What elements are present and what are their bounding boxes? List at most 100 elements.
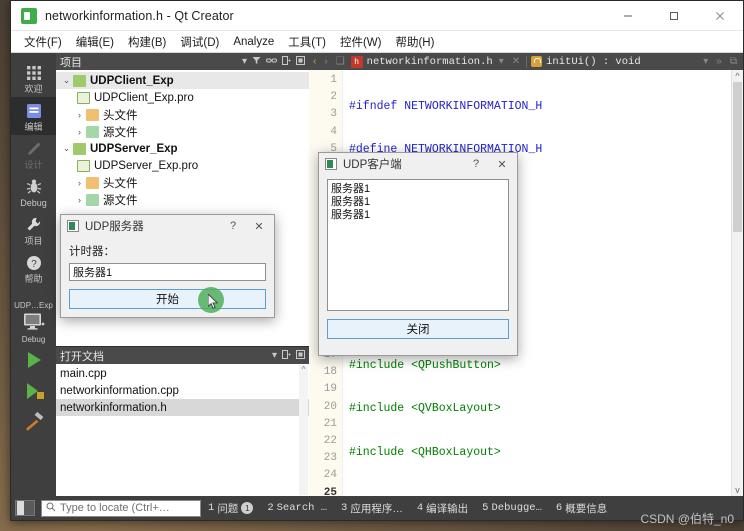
udp-client-dialog[interactable]: UDP客户端 ? ✕ 服务器1 服务器1 服务器1 关闭 <box>318 152 518 356</box>
filter-dropdown-icon[interactable]: ▾ <box>242 56 247 67</box>
run-button[interactable] <box>21 349 47 376</box>
close-panel-icon[interactable] <box>296 349 305 362</box>
symbol-selector-label[interactable]: initUi() : void <box>546 56 641 68</box>
debug-button[interactable] <box>21 380 47 407</box>
chevron-right-icon[interactable]: › <box>73 195 86 205</box>
status-item-compile-output[interactable]: 4 编译输出 <box>410 501 475 516</box>
status-item-number: 1 <box>208 502 215 514</box>
editor-scrollbar[interactable]: ^ v <box>731 70 743 496</box>
open-documents-scrollbar[interactable]: ^ <box>299 365 308 495</box>
client-close-button[interactable]: ✕ <box>489 154 515 174</box>
close-panel-icon[interactable] <box>296 55 305 68</box>
udp-server-dialog[interactable]: UDP服务器 ? ✕ 计时器： 服务器1 开始 <box>60 214 275 318</box>
status-item-label: 编译输出 <box>426 502 469 515</box>
chevron-down-icon[interactable]: ⌄ <box>60 143 73 154</box>
tree-row-udpserver-exp[interactable]: ⌄ UDPServer_Exp <box>56 140 309 157</box>
menu-tools[interactable]: 工具(T) <box>281 32 333 52</box>
bookmark-icon[interactable]: ❑ <box>334 56 347 67</box>
dropdown-icon[interactable]: ▾ <box>272 350 277 361</box>
chevron-right-icon[interactable]: › <box>73 127 86 137</box>
split-icon[interactable] <box>282 349 291 362</box>
filter-icon[interactable] <box>252 56 261 68</box>
more-icon[interactable]: » <box>714 56 724 67</box>
close-button[interactable] <box>697 1 743 31</box>
doc-label: main.cpp <box>60 367 107 380</box>
menu-build[interactable]: 构建(B) <box>121 32 173 52</box>
chevron-right-icon[interactable]: › <box>73 178 86 188</box>
private-member-icon <box>531 56 543 67</box>
scrollbar-thumb[interactable] <box>733 82 742 232</box>
title-bar: networkinformation.h - Qt Creator <box>11 1 743 31</box>
client-message-item: 服务器1 <box>331 209 371 221</box>
svg-text:?: ? <box>31 259 37 270</box>
client-dialog-title-bar: UDP客户端 ? ✕ <box>319 153 517 175</box>
server-help-button[interactable]: ? <box>220 216 246 236</box>
client-dialog-body: 服务器1 服务器1 服务器1 关闭 <box>319 175 517 347</box>
status-item-label: 概要信息 <box>565 502 608 515</box>
tab-dropdown-icon[interactable]: ▾ <box>497 56 506 67</box>
menu-edit[interactable]: 编辑(E) <box>69 32 121 52</box>
locator-input[interactable]: Type to locate (Ctrl+… <box>41 499 201 517</box>
tree-label: 头文件 <box>103 177 138 190</box>
menu-window[interactable]: 控件(W) <box>333 32 389 52</box>
nav-forward-icon[interactable]: › <box>322 56 329 67</box>
tree-row-udpserver-headers[interactable]: › 头文件 <box>56 174 309 191</box>
client-help-button[interactable]: ? <box>463 154 489 174</box>
pro-file-icon <box>77 159 90 172</box>
start-button[interactable]: 开始 <box>69 287 266 313</box>
chevron-right-icon[interactable]: › <box>73 110 86 120</box>
client-dialog-title: UDP客户端 <box>343 159 402 171</box>
client-close-action-button[interactable]: 关闭 <box>327 319 509 339</box>
mode-projects[interactable]: 项目 <box>11 211 56 249</box>
editor-tab-filename[interactable]: networkinformation.h <box>367 56 493 68</box>
status-item-debugger[interactable]: 5 Debugge… <box>475 502 549 514</box>
code-line: #include <QHBoxLayout> <box>349 445 501 459</box>
minimize-button[interactable] <box>605 1 651 31</box>
split-icon[interactable] <box>282 55 291 68</box>
doc-item-networkinformation-h[interactable]: networkinformation.h <box>56 399 309 416</box>
tree-row-udpserver-sources[interactable]: › 源文件 <box>56 191 309 208</box>
tree-row-udpclient-sources[interactable]: › 源文件 <box>56 123 309 140</box>
nav-back-icon[interactable]: ‹ <box>311 56 318 67</box>
build-button[interactable] <box>21 411 47 438</box>
maximize-button[interactable] <box>651 1 697 31</box>
open-documents-list[interactable]: main.cpp networkinformation.cpp networki… <box>56 364 309 496</box>
symbol-dropdown-icon[interactable]: ▾ <box>701 56 710 67</box>
split-editor-icon[interactable]: ⧉ <box>728 56 741 67</box>
tree-row-udpclient-exp[interactable]: ⌄ UDPClient_Exp <box>56 72 309 89</box>
mode-edit[interactable]: 编辑 <box>11 97 56 135</box>
tree-row-udpclient-headers[interactable]: › 头文件 <box>56 106 309 123</box>
server-close-button[interactable]: ✕ <box>246 216 272 236</box>
editor-icon <box>24 101 44 121</box>
status-item-issues[interactable]: 1 问题 1 <box>201 501 260 516</box>
menu-analyze[interactable]: Analyze <box>226 34 281 50</box>
timer-input[interactable]: 服务器1 <box>69 263 266 281</box>
status-item-search[interactable]: 2 Search … <box>260 502 334 514</box>
doc-item-networkinformation-cpp[interactable]: networkinformation.cpp <box>56 382 309 399</box>
status-item-application-output[interactable]: 3 应用程序… <box>334 501 410 516</box>
chevron-up-icon[interactable]: ^ <box>732 71 743 81</box>
link-icon[interactable] <box>266 56 277 68</box>
line-number: 2 <box>330 91 337 104</box>
menu-file[interactable]: 文件(F) <box>17 32 69 52</box>
status-bar: Type to locate (Ctrl+… 1 问题 1 2 Search …… <box>11 496 743 520</box>
wrench-icon <box>24 215 44 235</box>
tree-label: 头文件 <box>103 109 138 122</box>
status-item-general-messages[interactable]: 6 概要信息 <box>549 501 614 516</box>
mode-welcome[interactable]: 欢迎 <box>11 59 56 97</box>
tab-close-icon[interactable]: ✕ <box>510 56 522 67</box>
tree-row-udpclient-pro[interactable]: UDPClient_Exp.pro <box>56 89 309 106</box>
kit-selector[interactable]: UDP…Exp Debug <box>14 301 53 345</box>
mode-help[interactable]: ? 帮助 <box>11 249 56 287</box>
menu-help[interactable]: 帮助(H) <box>388 32 441 52</box>
mode-debug[interactable]: Debug <box>11 173 56 211</box>
menu-debug[interactable]: 调试(D) <box>173 32 226 52</box>
client-message-list[interactable]: 服务器1 服务器1 服务器1 <box>327 179 509 311</box>
doc-item-main-cpp[interactable]: main.cpp <box>56 365 309 382</box>
mode-design[interactable]: 设计 <box>11 135 56 173</box>
client-message-item: 服务器1 <box>331 183 371 195</box>
chevron-down-icon[interactable]: v <box>732 485 743 495</box>
chevron-down-icon[interactable]: ⌄ <box>60 75 73 86</box>
tree-row-udpserver-pro[interactable]: UDPServer_Exp.pro <box>56 157 309 174</box>
toggle-sidebar-icon[interactable] <box>15 500 35 516</box>
